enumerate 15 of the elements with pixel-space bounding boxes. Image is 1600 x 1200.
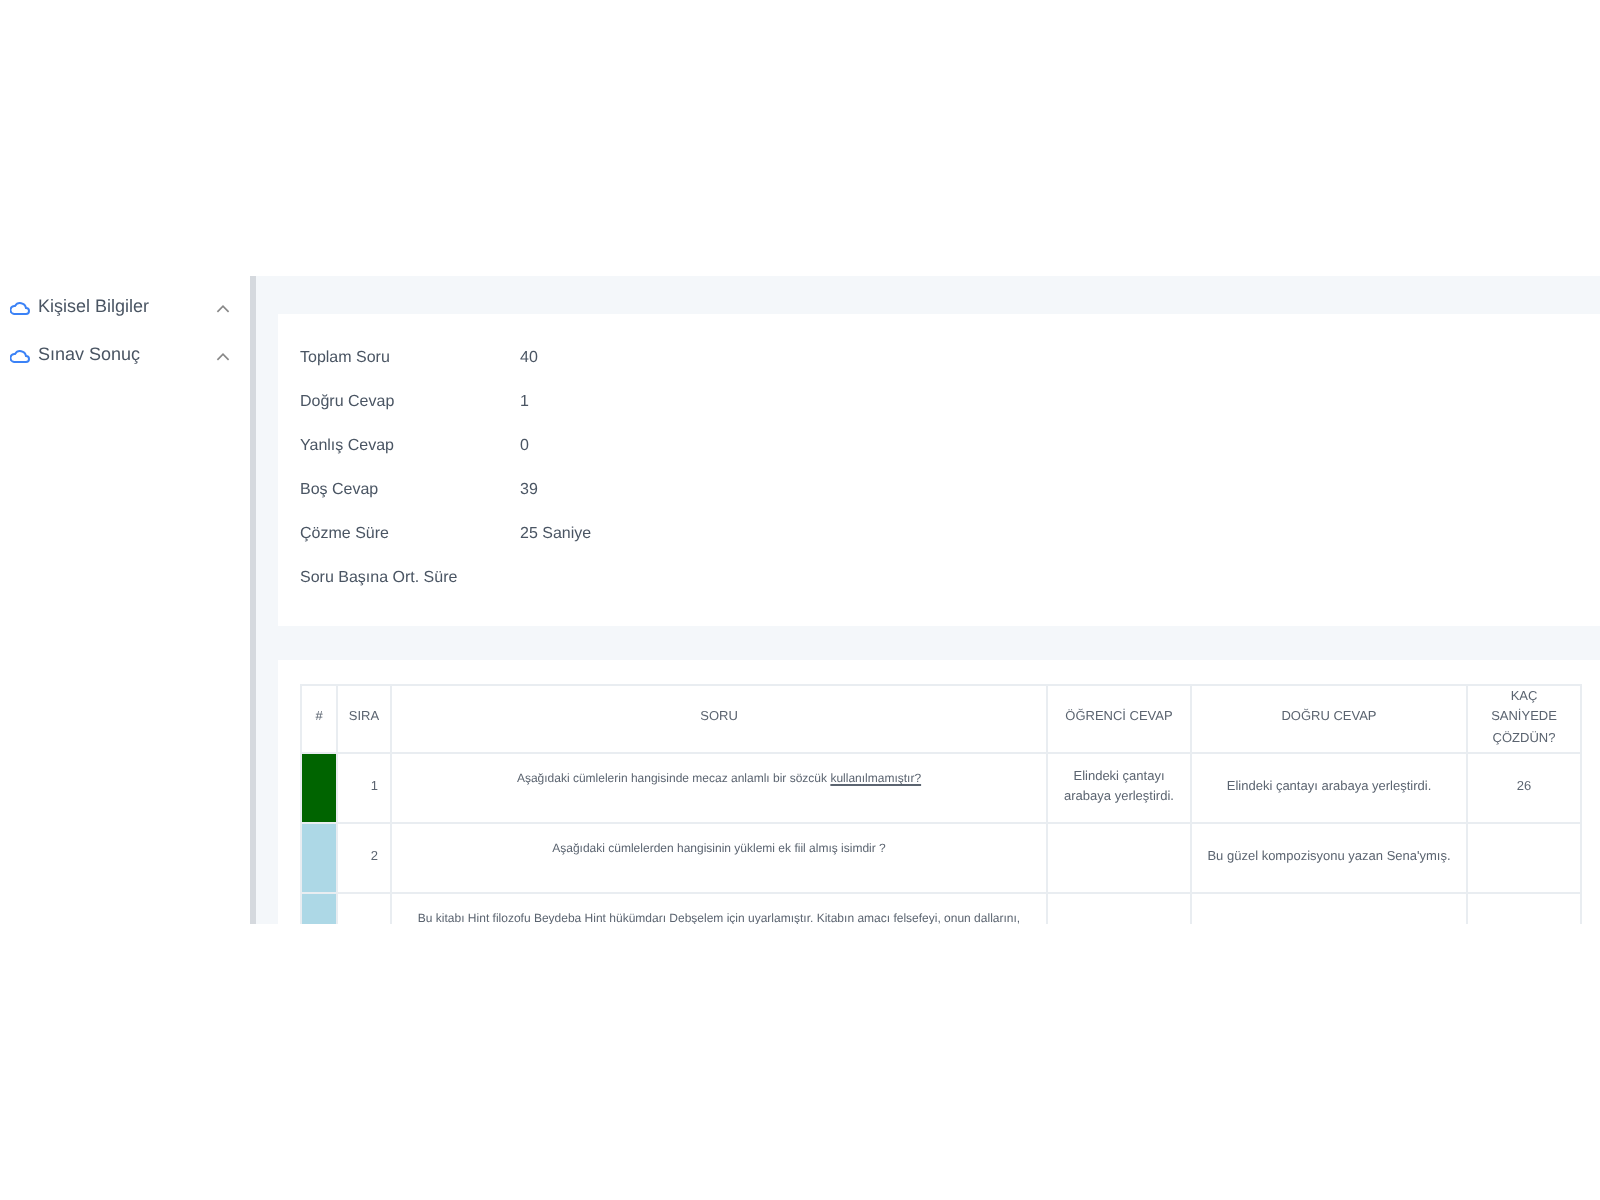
summary-value: 40	[520, 346, 538, 370]
sidebar-item[interactable]: Kişisel Bilgiler	[0, 284, 250, 332]
summary-value: 25 Saniye	[520, 522, 592, 546]
summary-label: Doğru Cevap	[300, 390, 397, 414]
summary-value: 39	[520, 478, 538, 502]
cloud-icon	[10, 301, 30, 315]
summary-value: 0	[520, 434, 529, 458]
summary-label: Yanlış Cevap	[300, 434, 396, 458]
sidebar-item[interactable]: Sınav Sonuç	[0, 332, 250, 380]
summary-label: Soru Başına Ort. Süre	[300, 566, 460, 590]
summary-value: 1	[520, 390, 529, 414]
summary-label: Boş Cevap	[300, 478, 381, 502]
summary-label: Toplam Soru	[300, 346, 392, 370]
cloud-icon	[10, 349, 30, 363]
summary-label: Çözme Süre	[300, 522, 391, 546]
